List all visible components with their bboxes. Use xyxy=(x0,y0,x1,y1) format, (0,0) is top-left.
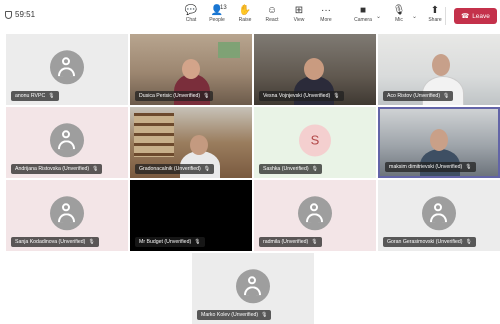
person-icon xyxy=(422,195,456,230)
mic-muted-icon: 🎙 xyxy=(203,93,210,99)
chat-button[interactable]: 💬 Chat xyxy=(180,5,202,24)
mic-muted-icon: 🎙 xyxy=(392,5,406,16)
people-count: 13 xyxy=(220,5,227,11)
share-button[interactable]: ⬆ Share xyxy=(424,5,446,24)
mic-muted-icon: 🎙 xyxy=(443,93,450,99)
person-icon xyxy=(50,49,84,84)
more-button[interactable]: ··· More xyxy=(315,5,337,24)
raise-hand-button[interactable]: ✋ Raise xyxy=(234,5,256,24)
mic-muted-icon: 🎙 xyxy=(48,93,55,99)
phone-icon: ☎ xyxy=(461,13,470,20)
chat-icon: 💬 xyxy=(184,5,198,16)
camera-icon: ■ xyxy=(359,5,367,16)
participant-name: Mr Budget (Unverified) 🎙 xyxy=(135,237,205,247)
more-icon: ··· xyxy=(321,5,331,16)
mic-muted-icon: 🎙 xyxy=(311,239,318,245)
toolbar-divider xyxy=(445,7,446,25)
mic-muted-icon: 🎙 xyxy=(465,239,472,245)
mic-muted-icon: 🎙 xyxy=(92,166,99,172)
mic-muted-icon: 🎙 xyxy=(311,166,318,172)
participant-name: Goran Gerasimovski (Unverified) 🎙 xyxy=(383,237,476,247)
participant-name: radmila (Unverified) 🎙 xyxy=(259,237,322,247)
participant-tile-speaking[interactable]: maksim dimitrievski (Unverified) 🎙 xyxy=(378,107,500,178)
participant-tile[interactable]: Marko Kolev (Unverified) 🎙 xyxy=(192,253,314,324)
participant-tile[interactable]: S Sashka (Unverified) 🎙 xyxy=(254,107,376,178)
bookshelf xyxy=(134,113,174,157)
participant-name: Gradonacalnik (Unverified) 🎙 xyxy=(135,164,215,174)
participant-name: Aco Ristov (Unverified) 🎙 xyxy=(383,91,454,101)
participant-tile[interactable]: Aco Ristov (Unverified) 🎙 xyxy=(378,34,500,105)
person-icon xyxy=(236,268,270,303)
react-button[interactable]: ☺ React xyxy=(261,5,283,24)
participant-name: anonu RVPC 🎙 xyxy=(11,91,59,101)
wall-picture xyxy=(218,42,240,58)
mic-muted-icon: 🎙 xyxy=(88,239,95,245)
participant-name: Andrijana Ristovska (Unverified) 🎙 xyxy=(11,164,103,174)
participant-name: Vesna Vojnjevski (Unverified) 🎙 xyxy=(259,91,344,101)
mic-muted-icon: 🎙 xyxy=(203,166,211,172)
mic-muted-icon: 🎙 xyxy=(465,164,472,170)
people-button[interactable]: 👤 13 People xyxy=(206,5,228,24)
mic-muted-icon: 🎙 xyxy=(261,312,268,318)
participant-initial: S xyxy=(299,123,331,156)
participant-name: maksim dimitrievski (Unverified) 🎙 xyxy=(385,162,476,172)
participant-name: Marko Kolev (Unverified) 🎙 xyxy=(197,310,272,320)
leave-button[interactable]: ☎ Leave xyxy=(454,8,497,24)
meeting-timer: 59:51 xyxy=(5,10,35,19)
participant-tile[interactable]: radmila (Unverified) 🎙 xyxy=(254,180,376,251)
view-button[interactable]: ⊞ View xyxy=(288,5,310,24)
participant-name: Dusica Perisic (Unverified) 🎙 xyxy=(135,91,214,101)
participant-tile[interactable]: Andrijana Ristovska (Unverified) 🎙 xyxy=(6,107,128,178)
share-icon: ⬆ xyxy=(430,5,440,16)
participant-tile[interactable]: Dusica Perisic (Unverified) 🎙 xyxy=(130,34,252,105)
participant-name: Sanja Kodadinova (Unverified) 🎙 xyxy=(11,237,99,247)
participant-tile[interactable]: Mr Budget (Unverified) 🎙 xyxy=(130,180,252,251)
participant-tile[interactable]: Vesna Vojnjevski (Unverified) 🎙 xyxy=(254,34,376,105)
hand-icon: ✋ xyxy=(238,5,252,16)
shield-icon xyxy=(5,10,12,19)
participant-name: Sashka (Unverified) 🎙 xyxy=(259,164,322,174)
person-icon xyxy=(298,195,332,230)
timer-text: 59:51 xyxy=(15,10,36,19)
participant-tile[interactable]: Gradonacalnik (Unverified) 🎙 xyxy=(130,107,252,178)
participant-tile[interactable]: Goran Gerasimovski (Unverified) 🎙 xyxy=(378,180,500,251)
mic-muted-icon: 🎙 xyxy=(194,239,201,245)
mic-chevron-icon[interactable]: ⌄ xyxy=(412,13,417,20)
participant-tile[interactable]: anonu RVPC 🎙 xyxy=(6,34,128,105)
mic-muted-icon: 🎙 xyxy=(333,93,340,99)
person-icon xyxy=(50,122,84,157)
camera-chevron-icon[interactable]: ⌄ xyxy=(376,13,381,20)
participant-tile[interactable]: Sanja Kodadinova (Unverified) 🎙 xyxy=(6,180,128,251)
camera-button[interactable]: ■ Camera xyxy=(352,5,374,24)
grid-icon: ⊞ xyxy=(294,5,304,16)
meeting-toolbar: 59:51 💬 Chat 👤 13 People ✋ Raise ☺ React… xyxy=(0,0,500,32)
smile-icon: ☺ xyxy=(266,5,278,16)
mic-button[interactable]: 🎙 Mic xyxy=(388,5,410,24)
person-icon xyxy=(50,195,84,230)
